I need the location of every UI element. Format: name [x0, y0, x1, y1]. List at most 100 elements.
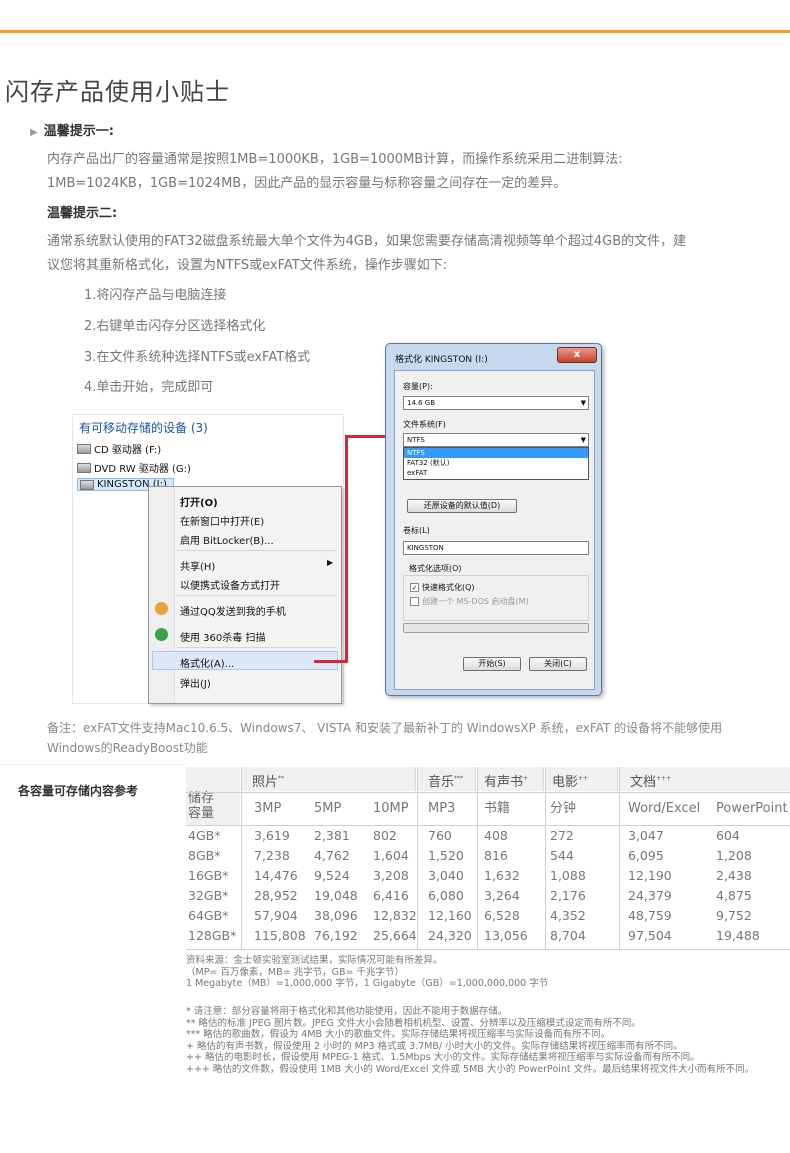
menu-portable-device[interactable]: 以便携式设备方式打开	[180, 577, 280, 592]
note-line2: Windows的ReadyBoost功能	[47, 741, 208, 755]
antivirus-shield-icon	[155, 628, 168, 641]
drive-dvd[interactable]: DVD RW 驱动器 (G:)	[77, 460, 191, 475]
table-column-rule	[477, 767, 478, 950]
table-row-capacity: 64GB*	[188, 908, 229, 923]
format-options-group: ✓ 快速格式化(Q) 创建一个 MS-DOS 启动盘(M)	[403, 575, 589, 621]
table-cell: 6,080	[428, 888, 464, 903]
tip1-text: 内存产品出厂的容量通常是按照1MB=1000KB，1GB=1000MB计算，而操…	[47, 148, 787, 196]
tip2-line2: 议您将其重新格式化，设置为NTFS或exFAT文件系统，操作步骤如下:	[47, 258, 448, 273]
table-cell: 13,056	[484, 928, 528, 943]
table-cell: 6,416	[373, 888, 409, 903]
dialog-close-button[interactable]: x	[557, 347, 597, 363]
tip1-heading-text: 温馨提示一:	[43, 124, 114, 139]
group-header-audiobook: 有声书+	[478, 767, 544, 791]
subheader-5mp: 5MP	[314, 801, 342, 816]
filesystem-select[interactable]: NTFS ▼	[403, 433, 589, 447]
quick-format-label: 快速格式化(Q)	[422, 583, 475, 592]
fs-option-ntfs[interactable]: NTFS	[404, 448, 588, 458]
table-cell: 3,619	[254, 828, 290, 843]
subheader-powerpoint: PowerPoint	[716, 801, 788, 816]
corner-label-2: 容量	[188, 806, 215, 821]
menu-open-new-window[interactable]: 在新窗口中打开(E)	[180, 513, 264, 528]
group-name: 照片	[252, 775, 279, 790]
tip2-line1: 通常系统默认使用的FAT32磁盘系统最大单个文件为4GB，如果您需要存储高清视频…	[47, 234, 687, 249]
subheader-minutes: 分钟	[550, 801, 577, 816]
menu-share[interactable]: 共享(H)	[180, 558, 215, 573]
restore-defaults-button[interactable]: 还原设备的默认值(D)	[407, 499, 517, 513]
filesystem-dropdown-list: NTFS FAT32 (默认) exFAT	[403, 447, 589, 480]
usb-drive-icon	[80, 479, 94, 490]
footnote-line: *** 略估的歌曲数，假设为 4MB 大小的歌曲文件。实际存储结果将视压缩率与实…	[186, 1029, 611, 1040]
group-header-movies: 电影++	[546, 767, 618, 791]
table-cell: 1,632	[484, 868, 520, 883]
group-header-music: 音乐***	[418, 767, 476, 791]
start-button[interactable]: 开始(S)	[463, 657, 521, 671]
quick-format-checkbox[interactable]: ✓ 快速格式化(Q)	[410, 582, 475, 593]
format-progress-bar	[403, 623, 589, 633]
menu-bitlocker[interactable]: 启用 BitLocker(B)...	[180, 532, 274, 547]
table-column-rule	[417, 767, 418, 950]
table-cell: 3,040	[428, 868, 464, 883]
step-4: 4.单击开始，完成即可	[84, 380, 214, 395]
group-name: 有声书	[484, 775, 524, 790]
fs-option-exfat[interactable]: exFAT	[404, 468, 588, 478]
step-3: 3.在文件系统种选择NTFS或exFAT格式	[84, 350, 311, 365]
group-name: 音乐	[428, 775, 455, 790]
connector-line	[345, 435, 348, 663]
page-title: 闪存产品使用小贴士	[5, 78, 230, 106]
table-cell: 76,192	[314, 928, 358, 943]
table-cell: 604	[716, 828, 740, 843]
menu-send-qq[interactable]: 通过QQ发送到我的手机	[180, 603, 286, 618]
table-cell: 802	[373, 828, 397, 843]
table-cell: 6,095	[628, 848, 664, 863]
connector-line	[314, 660, 348, 663]
table-column-rule	[545, 767, 546, 950]
menu-open[interactable]: 打开(O)	[180, 494, 218, 509]
table-cell: 9,752	[716, 908, 752, 923]
removable-devices-heading: 有可移动存储的设备 (3)	[79, 421, 208, 435]
table-cell: 3,208	[373, 868, 409, 883]
table-cell: 1,604	[373, 848, 409, 863]
subheader-books: 书籍	[484, 801, 511, 816]
table-row-capacity: 128GB*	[188, 928, 237, 943]
table-rule	[186, 949, 790, 950]
table-row-capacity: 32GB*	[188, 888, 229, 903]
group-mark: +	[523, 775, 529, 782]
table-column-rule	[241, 767, 242, 950]
group-name: 电影	[552, 775, 579, 790]
table-cell: 25,664	[373, 928, 417, 943]
table-cell: 115,808	[254, 928, 306, 943]
capacity-select[interactable]: 14.6 GB ▼	[403, 396, 589, 410]
table-column-rule	[619, 767, 620, 950]
fs-option-fat32[interactable]: FAT32 (默认)	[404, 458, 588, 468]
chevron-down-icon: ▼	[580, 399, 586, 407]
check-icon: ✓	[410, 583, 419, 592]
source-line: 资料来源：金士顿实验室测试结果，实际情况可能有所差异。	[186, 955, 443, 966]
corner-label-1: 储存	[188, 791, 215, 806]
menu-separator	[177, 550, 337, 551]
group-header-photos: 照片**	[242, 767, 416, 791]
tip2-heading: 温馨提示二:	[47, 206, 118, 221]
footnote-line: ++ 略估的电影时长，假设使用 MPEG-1 格式、1.5Mbps 大小的文件。…	[186, 1052, 700, 1063]
table-cell: 816	[484, 848, 508, 863]
table-cell: 272	[550, 828, 574, 843]
drive-cd[interactable]: CD 驱动器 (F:)	[77, 441, 161, 456]
table-cell: 12,832	[373, 908, 417, 923]
volume-input[interactable]: KINGSTON	[403, 541, 589, 555]
table-cell: 2,438	[716, 868, 752, 883]
menu-360-scan[interactable]: 使用 360杀毒 扫描	[180, 629, 265, 644]
close-button[interactable]: 关闭(C)	[529, 657, 587, 671]
format-dialog: 格式化 KINGSTON (I:) x 容量(P): 14.6 GB ▼ 文件系统…	[385, 343, 602, 696]
menu-eject[interactable]: 弹出(J)	[180, 675, 211, 690]
footnote-line: + 略估的有声书数，假设使用 2 小时的 MP3 格式或 3.7MB/ 小时大小…	[186, 1040, 683, 1052]
table-cell: 2,176	[550, 888, 586, 903]
table-cell: 3,264	[484, 888, 520, 903]
table-cell: 4,762	[314, 848, 350, 863]
subheader-word-excel: Word/Excel	[628, 801, 701, 816]
drive-icon	[77, 462, 91, 473]
table-cell: 2,381	[314, 828, 350, 843]
msdos-disk-checkbox[interactable]: 创建一个 MS-DOS 启动盘(M)	[410, 596, 529, 607]
table-cell: 408	[484, 828, 508, 843]
menu-format[interactable]: 格式化(A)...	[180, 655, 234, 670]
filesystem-value: NTFS	[407, 436, 425, 444]
